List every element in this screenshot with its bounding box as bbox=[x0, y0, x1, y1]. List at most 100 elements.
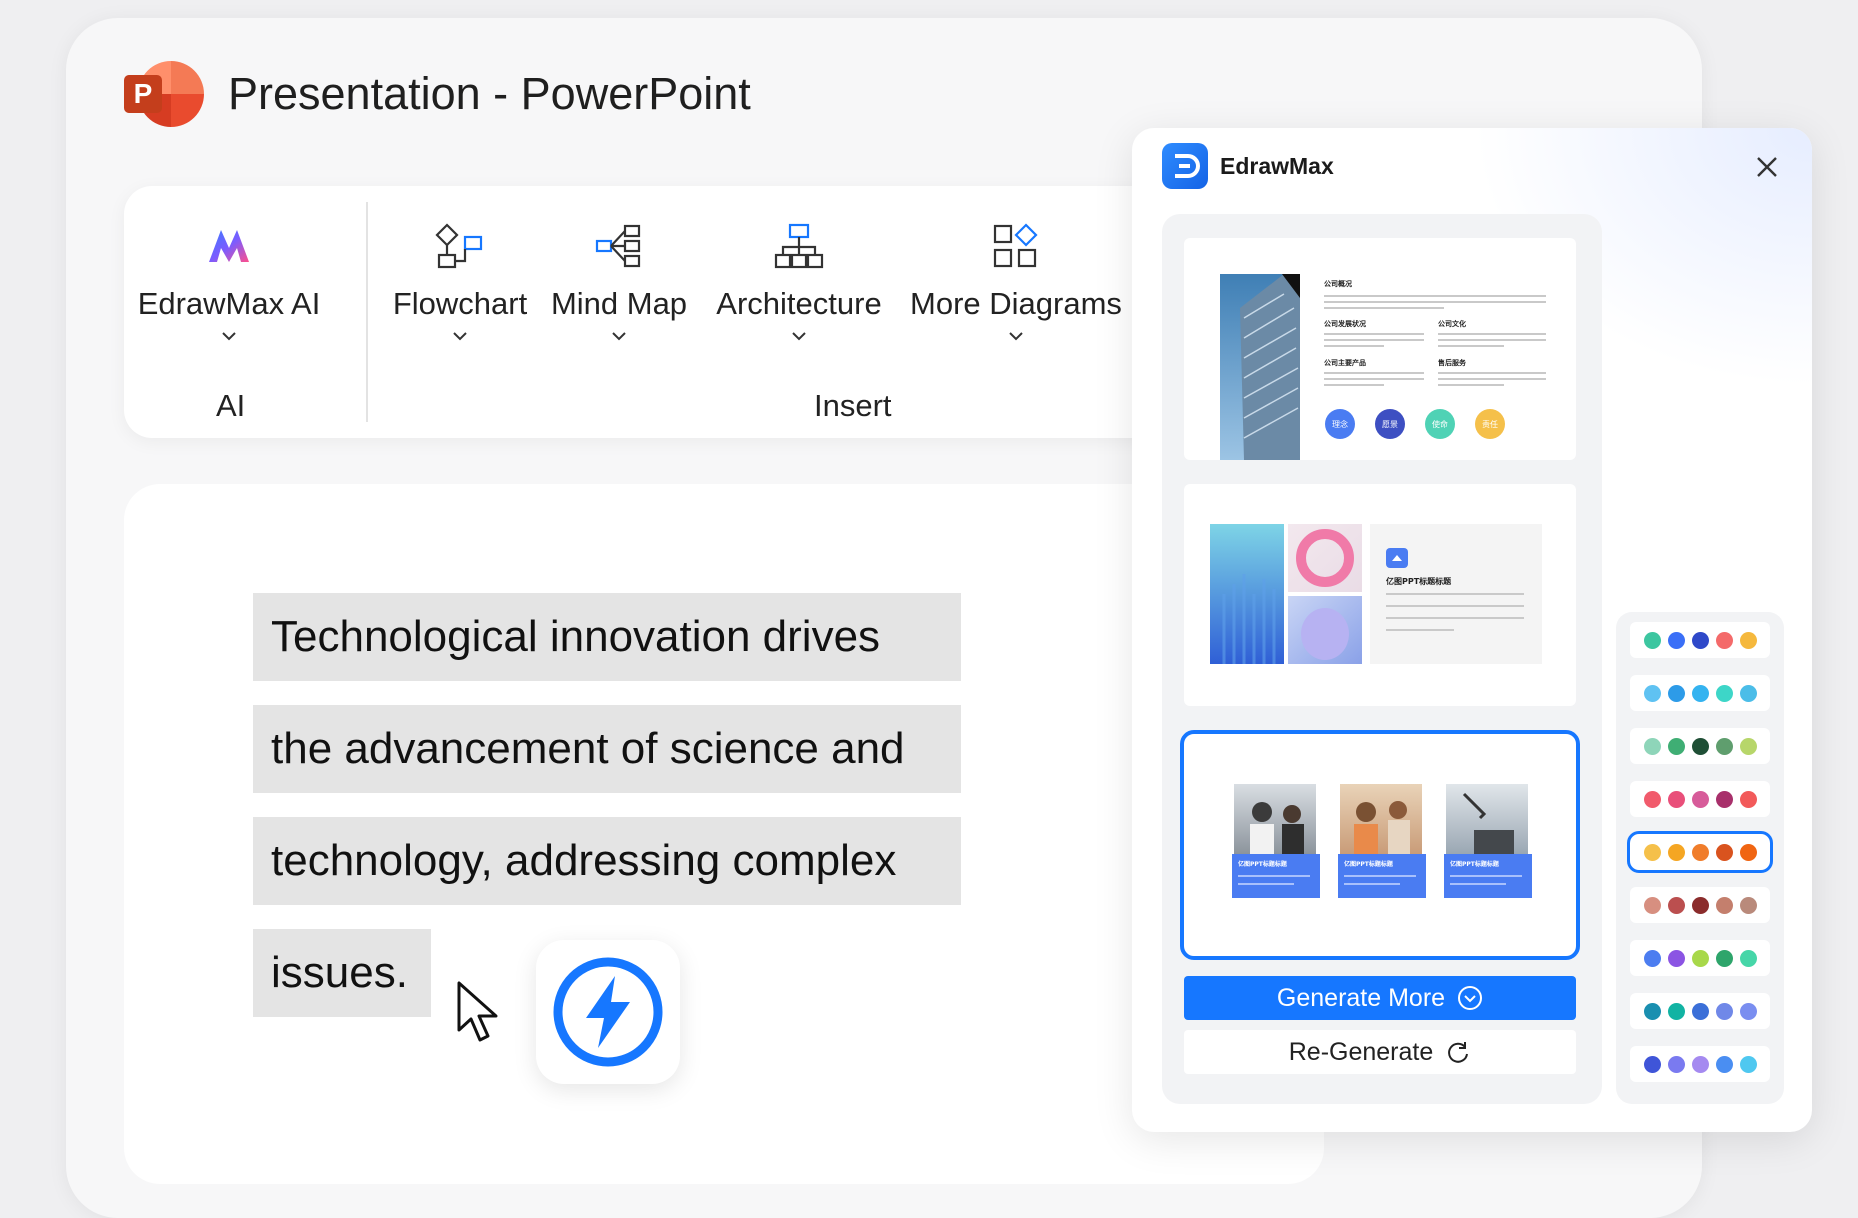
generate-more-button[interactable]: Generate More bbox=[1184, 976, 1576, 1020]
color-palette-option[interactable] bbox=[1630, 940, 1770, 976]
color-swatch bbox=[1739, 1002, 1757, 1020]
color-swatch bbox=[1643, 843, 1661, 861]
ribbon: EdrawMax AI AI Flowchart Mind Map Archit… bbox=[124, 186, 1224, 438]
tpl-tag: 理念 bbox=[1332, 419, 1348, 429]
architecture-button[interactable]: Architecture bbox=[710, 216, 888, 346]
panel-header: EdrawMax bbox=[1162, 142, 1334, 190]
template-preview-team-cards: 亿图PPT标题标题 亿图PPT标题标题 亿图PPT标题标题 bbox=[1232, 784, 1532, 898]
color-swatch bbox=[1691, 843, 1709, 861]
mind-map-label: Mind Map bbox=[550, 286, 688, 321]
title-bar: P Presentation - PowerPoint bbox=[124, 58, 751, 130]
color-swatch bbox=[1667, 790, 1685, 808]
tpl-tag: 愿景 bbox=[1382, 420, 1398, 429]
edrawmax-logo-icon bbox=[1162, 143, 1208, 189]
ai-group-label: AI bbox=[216, 388, 246, 423]
slide-text-line[interactable]: technology, addressing complex bbox=[253, 817, 961, 905]
color-swatch bbox=[1715, 896, 1733, 914]
template-card-selected[interactable]: 亿图PPT标题标题 亿图PPT标题标题 亿图PPT标题标题 bbox=[1180, 730, 1580, 960]
chevron-down-icon[interactable] bbox=[1008, 328, 1024, 346]
color-swatch bbox=[1715, 684, 1733, 702]
color-swatch bbox=[1739, 790, 1757, 808]
regenerate-button[interactable]: Re-Generate bbox=[1184, 1030, 1576, 1074]
color-swatch bbox=[1715, 737, 1733, 755]
color-swatch bbox=[1667, 684, 1685, 702]
insert-group-label: Insert bbox=[814, 388, 892, 423]
color-palette-option[interactable] bbox=[1630, 993, 1770, 1029]
color-swatch bbox=[1691, 896, 1709, 914]
color-swatch bbox=[1715, 843, 1733, 861]
color-swatch bbox=[1643, 1055, 1661, 1073]
chevron-down-icon[interactable] bbox=[452, 328, 468, 346]
color-swatch bbox=[1739, 843, 1757, 861]
flowchart-button[interactable]: Flowchart bbox=[392, 216, 528, 346]
color-swatch bbox=[1667, 949, 1685, 967]
color-swatch bbox=[1715, 949, 1733, 967]
color-swatch bbox=[1667, 843, 1685, 861]
color-swatch bbox=[1691, 949, 1709, 967]
template-card[interactable]: 公司概况 公司发展状况 公司文化 公司主要产品 售后服务 理念 愿景 使命 责任 bbox=[1184, 238, 1576, 460]
refresh-icon bbox=[1448, 1042, 1469, 1063]
template-preview-company-profile: 公司概况 公司发展状况 公司文化 公司主要产品 售后服务 理念 愿景 使命 责任 bbox=[1220, 274, 1546, 460]
slide-text-line[interactable]: the advancement of science and bbox=[253, 705, 961, 793]
color-palette-option[interactable] bbox=[1630, 781, 1770, 817]
flowchart-icon bbox=[435, 216, 485, 276]
lightning-bolt-icon bbox=[553, 957, 663, 1067]
color-swatch bbox=[1667, 1002, 1685, 1020]
edrawmax-ai-button[interactable]: EdrawMax AI bbox=[138, 216, 320, 346]
more-diagrams-label: More Diagrams bbox=[910, 286, 1122, 321]
color-swatch bbox=[1691, 631, 1709, 649]
chevron-down-icon[interactable] bbox=[791, 328, 807, 346]
tpl-heading: 公司主要产品 bbox=[1324, 358, 1366, 367]
color-swatch bbox=[1643, 737, 1661, 755]
tpl-heading: 公司发展状况 bbox=[1324, 319, 1366, 328]
color-palette-option[interactable] bbox=[1630, 1046, 1770, 1082]
color-swatch bbox=[1667, 896, 1685, 914]
ribbon-divider bbox=[366, 202, 368, 422]
slide-text-line[interactable]: issues. bbox=[253, 929, 431, 1017]
window-title: Presentation - PowerPoint bbox=[228, 68, 751, 119]
mind-map-button[interactable]: Mind Map bbox=[544, 216, 694, 346]
color-swatch bbox=[1667, 737, 1685, 755]
color-palette-option[interactable] bbox=[1630, 622, 1770, 658]
more-diagrams-icon bbox=[992, 216, 1040, 276]
color-swatch bbox=[1643, 896, 1661, 914]
color-swatch bbox=[1691, 1002, 1709, 1020]
color-swatch bbox=[1715, 631, 1733, 649]
color-swatch bbox=[1643, 1002, 1661, 1020]
color-swatch bbox=[1715, 1055, 1733, 1073]
tpl-card-title: 亿图PPT标题标题 bbox=[1238, 860, 1288, 868]
color-swatch bbox=[1643, 684, 1661, 702]
architecture-label: Architecture bbox=[716, 286, 882, 321]
edrawmax-panel: EdrawMax 公司概况 公司发展状况 公司文化 公司主要产品 售后服务 理念… bbox=[1132, 128, 1812, 1132]
color-swatch bbox=[1643, 631, 1661, 649]
color-swatch bbox=[1691, 684, 1709, 702]
color-palette-option[interactable] bbox=[1630, 728, 1770, 764]
tpl-heading: 公司概况 bbox=[1324, 279, 1352, 288]
mouse-pointer-icon bbox=[456, 980, 502, 1051]
powerpoint-logo-icon: P bbox=[124, 59, 204, 129]
color-swatch bbox=[1739, 949, 1757, 967]
color-swatch bbox=[1715, 790, 1733, 808]
chevron-down-icon[interactable] bbox=[611, 328, 627, 346]
template-card[interactable]: 亿图PPT标题标题 bbox=[1184, 484, 1576, 706]
generate-more-label: Generate More bbox=[1276, 983, 1446, 1012]
close-icon[interactable] bbox=[1752, 152, 1782, 182]
slide-text-line[interactable]: Technological innovation drives bbox=[253, 593, 961, 681]
edrawmax-ai-icon bbox=[205, 216, 253, 276]
chevron-down-icon[interactable] bbox=[221, 328, 237, 346]
architecture-icon bbox=[774, 216, 824, 276]
quick-generate-button[interactable] bbox=[536, 940, 680, 1084]
color-swatch bbox=[1643, 949, 1661, 967]
template-list: 公司概况 公司发展状况 公司文化 公司主要产品 售后服务 理念 愿景 使命 责任… bbox=[1162, 214, 1602, 1104]
color-palette-option[interactable] bbox=[1627, 831, 1773, 873]
more-diagrams-button[interactable]: More Diagrams bbox=[904, 216, 1128, 346]
color-swatch bbox=[1691, 737, 1709, 755]
template-preview-image-grid: 亿图PPT标题标题 bbox=[1210, 524, 1542, 664]
color-swatch bbox=[1739, 737, 1757, 755]
color-palette-list bbox=[1616, 612, 1784, 1104]
color-palette-option[interactable] bbox=[1630, 887, 1770, 923]
tpl-heading: 亿图PPT标题标题 bbox=[1386, 576, 1452, 586]
color-swatch bbox=[1739, 896, 1757, 914]
color-palette-option[interactable] bbox=[1630, 675, 1770, 711]
mind-map-icon bbox=[595, 216, 643, 276]
